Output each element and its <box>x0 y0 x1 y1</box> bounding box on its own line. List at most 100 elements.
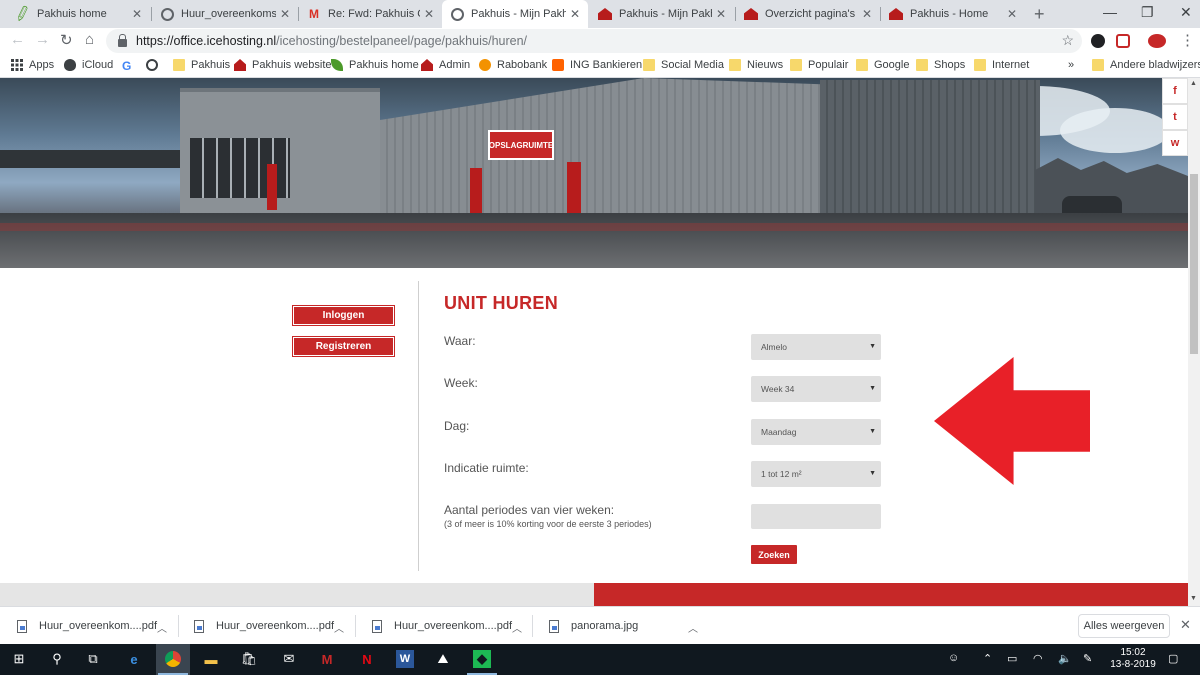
address-bar[interactable]: https://office.icehosting.nl/icehosting/… <box>106 29 1082 53</box>
back-icon[interactable]: ← <box>10 31 25 48</box>
bookmark-nieuws[interactable]: Nieuws <box>729 59 783 71</box>
tab-mijn-pakhuis-active[interactable]: Pakhuis - Mijn Pakhuis ✕ <box>442 0 588 28</box>
wifi-icon[interactable]: ◠ <box>1033 652 1043 665</box>
search-button[interactable]: Zoeken <box>751 545 797 564</box>
action-center-icon[interactable]: ▢ <box>1168 652 1178 665</box>
people-icon[interactable]: ☺ <box>948 652 959 664</box>
bookmark-label: Internet <box>992 59 1030 71</box>
tab-pakhuis-home-2[interactable]: Pakhuis - Home ✕ <box>881 0 1025 28</box>
bookmark-google[interactable]: G <box>122 59 140 73</box>
facebook-icon[interactable]: f <box>1162 78 1188 104</box>
system-clock[interactable]: 15:02 13-8-2019 <box>1108 647 1158 671</box>
bookmark-rabobank[interactable]: Rabobank <box>479 59 547 71</box>
profile-avatar[interactable] <box>1148 34 1166 48</box>
chevron-up-icon[interactable]: ︿ <box>157 620 167 635</box>
forward-icon[interactable]: → <box>35 31 50 48</box>
close-icon[interactable]: ✕ <box>132 7 142 21</box>
download-item[interactable]: panorama.jpg <box>549 607 638 645</box>
netflix-icon[interactable]: N <box>358 650 376 668</box>
new-tab-icon[interactable]: + <box>1034 4 1045 25</box>
space-select[interactable]: 1 tot 12 m² ▼ <box>751 461 881 487</box>
login-button[interactable]: Inloggen <box>292 305 395 326</box>
chevron-up-icon[interactable]: ︿ <box>334 620 344 635</box>
bookmark-internet[interactable]: Internet <box>974 59 1029 71</box>
bookmark-star-icon[interactable]: ☆ <box>1061 32 1074 49</box>
extension-icon[interactable] <box>1091 34 1105 48</box>
download-item[interactable]: Huur_overeenkom....pdf <box>194 607 334 645</box>
search-icon[interactable]: ⚲ <box>48 650 66 668</box>
periods-input[interactable] <box>751 504 881 529</box>
task-view-icon[interactable]: ⧉ <box>84 650 102 668</box>
download-item[interactable]: Huur_overeenkom....pdf <box>372 607 512 645</box>
download-item[interactable]: Huur_overeenkom....pdf <box>17 607 157 645</box>
feedly-icon[interactable]: ◆ <box>473 650 491 668</box>
bookmark-pakhuis-website[interactable]: Pakhuis website <box>234 59 332 71</box>
home-icon[interactable]: ⌂ <box>85 31 94 48</box>
whatsapp-icon[interactable]: w <box>1162 130 1188 156</box>
word-icon[interactable]: W <box>396 650 414 668</box>
chevron-up-icon[interactable]: ⌃ <box>983 652 992 665</box>
bookmark-pakhuis-folder[interactable]: Pakhuis <box>173 59 230 71</box>
bookmark-shops[interactable]: Shops <box>916 59 965 71</box>
menu-kebab-icon[interactable]: ⋮ <box>1180 31 1195 49</box>
more-bookmarks-button[interactable]: » <box>1068 59 1074 71</box>
folder-icon <box>974 59 986 71</box>
bookmark-populair[interactable]: Populair <box>790 59 848 71</box>
bookmark-pakhuis-home[interactable]: Pakhuis home <box>331 59 419 71</box>
where-select[interactable]: Almelo ▼ <box>751 334 881 360</box>
chevron-up-icon[interactable]: ︿ <box>512 620 522 635</box>
close-icon[interactable]: ✕ <box>280 7 290 21</box>
bookmark-google-folder[interactable]: Google <box>856 59 909 71</box>
windows-taskbar: ⊞ ⚲ ⧉ e ▬ 🛍 ✉ M N W ⛰ ◆ ☺ ⌃ ▭ ◠ 🔈 ✎ 15:0… <box>0 644 1200 675</box>
bookmark-icloud[interactable]: iCloud <box>64 59 113 71</box>
tab-mijn-pakhuis[interactable]: Pakhuis - Mijn Pakhuis ✕ <box>590 0 734 28</box>
download-separator <box>355 615 356 637</box>
bookmark-ing[interactable]: ING Bankieren <box>552 59 642 71</box>
scroll-up-icon[interactable]: ▲ <box>1190 80 1197 87</box>
close-icon[interactable]: ✕ <box>1007 7 1017 21</box>
hero-image: OPSLAGRUIMTE f t w <box>0 78 1188 268</box>
page-scrollbar[interactable]: ▲ ▼ <box>1188 78 1200 606</box>
tab-huurovereenkomst[interactable]: Huur_overeenkomst 8f ✕ <box>152 0 298 28</box>
register-button[interactable]: Registreren <box>292 336 395 357</box>
twitter-icon[interactable]: t <box>1162 104 1188 130</box>
store-icon[interactable]: 🛍 <box>240 650 258 668</box>
scroll-thumb[interactable] <box>1190 174 1198 354</box>
close-icon[interactable]: ✕ <box>424 7 434 21</box>
share-bar: f t w <box>1162 78 1188 156</box>
bookmark-admin[interactable]: Admin <box>421 59 470 71</box>
bookmark-social-media[interactable]: Social Media <box>643 59 724 71</box>
windows-start-icon[interactable]: ⊞ <box>10 650 28 668</box>
close-icon[interactable]: ✕ <box>570 7 580 21</box>
chevron-up-icon[interactable]: ︿ <box>688 620 698 635</box>
close-icon[interactable]: ✕ <box>716 7 726 21</box>
volume-icon[interactable]: 🔈 <box>1058 652 1072 665</box>
mcafee-icon[interactable]: M <box>318 650 336 668</box>
extension-shield-icon[interactable] <box>1116 34 1130 48</box>
tab-pakhuis-home[interactable]: 🖉 Pakhuis home ✕ <box>8 0 150 28</box>
window-close-icon[interactable]: ✕ <box>1180 4 1192 21</box>
chrome-icon[interactable] <box>164 650 182 668</box>
other-bookmarks[interactable]: Andere bladwijzers <box>1092 59 1200 71</box>
space-label: Indicatie ruimte: <box>444 461 529 475</box>
tab-overzicht[interactable]: Overzicht pagina's ✕ <box>736 0 880 28</box>
maximize-icon[interactable]: ❐ <box>1141 4 1154 21</box>
minimize-icon[interactable]: — <box>1103 4 1117 20</box>
show-all-downloads-button[interactable]: Alles weergeven <box>1078 614 1170 638</box>
bookmark-apps[interactable]: Apps <box>11 59 54 71</box>
scroll-down-icon[interactable]: ▼ <box>1190 595 1197 602</box>
reload-icon[interactable]: ↻ <box>60 31 73 49</box>
close-icon[interactable]: ✕ <box>1180 617 1191 633</box>
week-select[interactable]: Week 34 ▼ <box>751 376 881 402</box>
battery-icon[interactable]: ▭ <box>1007 652 1017 665</box>
tab-gmail[interactable]: M Re: Fwd: Pakhuis Onlin ✕ <box>299 0 442 28</box>
day-select[interactable]: Maandag ▼ <box>751 419 881 445</box>
pen-icon[interactable]: ✎ <box>1083 652 1092 665</box>
file-explorer-icon[interactable]: ▬ <box>202 650 220 668</box>
edge-icon[interactable]: e <box>125 650 143 668</box>
mail-icon[interactable]: ✉ <box>280 650 298 668</box>
photos-icon[interactable]: ⛰ <box>434 650 452 668</box>
cloud <box>1060 108 1170 153</box>
close-icon[interactable]: ✕ <box>862 7 872 21</box>
bookmark-globe[interactable] <box>146 59 164 71</box>
